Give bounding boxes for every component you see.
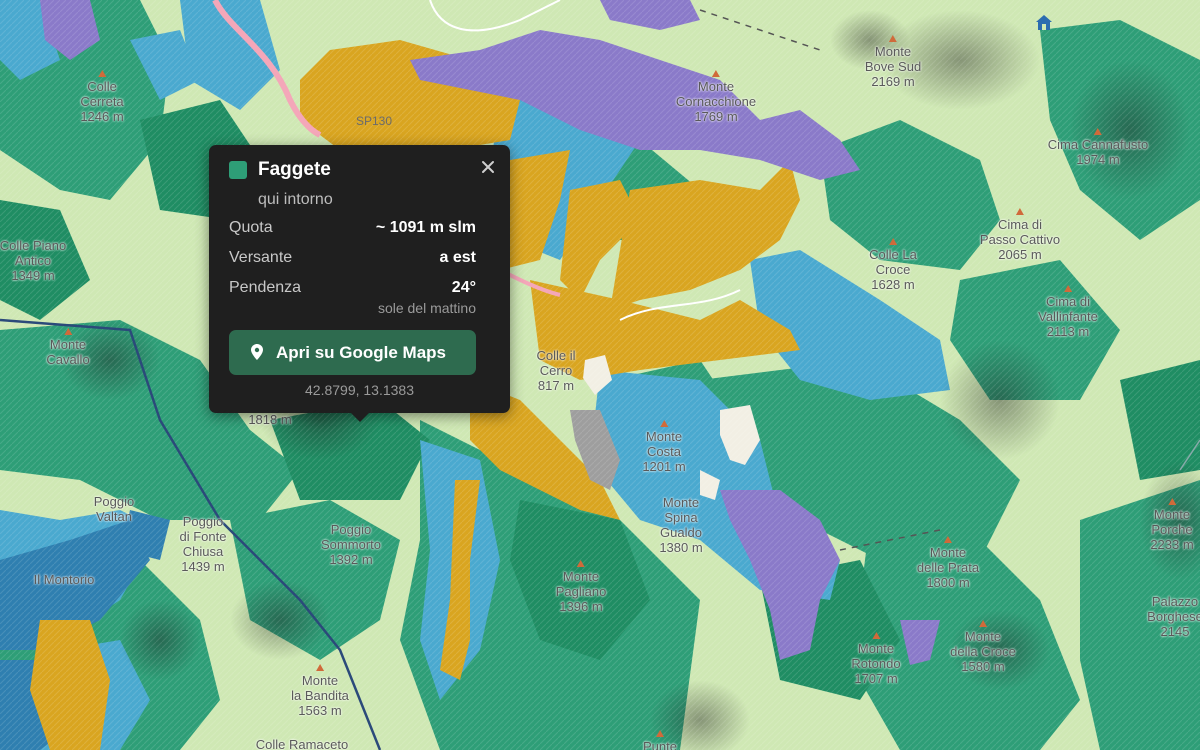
info-row-value: ~ 1091 m slm	[375, 219, 476, 236]
info-row-value: 24°	[451, 279, 476, 296]
peak-label-colle-la-croce: Colle La Croce 1628 m	[869, 238, 917, 292]
info-popup: Faggete qui intorno Quota ~ 1091 m slm V…	[209, 145, 510, 422]
elevation-label-1818: 1818 m	[248, 412, 292, 427]
category-swatch	[229, 161, 247, 179]
peak-label-monte-rotondo: Monte Rotondo 1707 m	[851, 632, 901, 686]
peak-label-cima-passo-cattivo: Cima di Passo Cattivo 2065 m	[980, 208, 1060, 262]
popup-pointer	[350, 412, 370, 422]
house-icon	[1036, 15, 1052, 30]
info-row-label: Versante	[229, 249, 293, 266]
peak-label-poggio-fonte-chiusa: Poggio di Fonte Chiusa 1439 m	[179, 514, 227, 574]
road-label-sp130: SP130	[356, 114, 393, 128]
peak-label-monte-delle-prata: Monte delle Prata 1800 m	[917, 536, 979, 590]
info-row-value: a est	[439, 249, 476, 266]
peak-label-monte-spina-gualdo: Monte Spina Gualdo 1380 m	[659, 495, 703, 555]
peak-label-il-montorio: Il Montorio	[33, 572, 95, 587]
popup-subtitle: qui intorno	[258, 191, 333, 208]
peak-label-poggio-sommorto: Poggio Sommorto 1392 m	[321, 522, 381, 567]
peak-label-monte-costa: Monte Costa 1201 m	[642, 420, 686, 474]
peak-label-cima-vallinfante: Cima di Vallinfante 2113 m	[1038, 285, 1098, 339]
peak-label-monte-cavallo: Monte Cavallo	[46, 328, 90, 367]
peak-label-colle-piano-antico: Colle Piano Antico 1349 m	[0, 238, 67, 283]
map-layer	[0, 0, 1200, 750]
info-row-label: Pendenza	[229, 279, 302, 296]
peak-label-cima-cannafusto: Cima Cannafusto 1974 m	[1048, 128, 1148, 167]
peak-label-colle-ramaceto: Colle Ramaceto	[255, 737, 349, 750]
peak-label-colle-il-cerro: Colle il Cerro 817 m	[536, 348, 576, 393]
peak-label-monte-la-bandita: Monte la Bandita 1563 m	[291, 664, 349, 718]
popup-title: Faggete	[258, 159, 331, 180]
peak-label-monte-della-croce: Monte della Croce 1580 m	[950, 620, 1016, 674]
peak-label-palazzo-borghese: Palazzo Borghese 2145	[1147, 594, 1200, 639]
peak-label-monte-bove-sud: Monte Bove Sud 2169 m	[865, 35, 921, 89]
peak-label-monte-cornacchione: Monte Cornacchione 1769 m	[676, 70, 756, 124]
peak-label-punte: Punte	[643, 730, 677, 750]
peak-label-monte-porche: Monte Porche 2233 m	[1150, 498, 1194, 552]
peak-label-monte-pagliano: Monte Pagliano 1396 m	[556, 560, 606, 614]
peak-label-colle-cerreta: Colle Cerreta 1246 m	[80, 70, 124, 124]
close-icon[interactable]	[478, 157, 498, 177]
button-label: Apri su Google Maps	[276, 343, 447, 362]
coordinates-text: 42.8799, 13.1383	[305, 382, 414, 398]
peak-label-poggio-valtan: Poggio Valtan	[93, 494, 135, 524]
slope-note: sole del mattino	[377, 300, 476, 316]
info-row-label: Quota	[229, 219, 273, 236]
map-pin-icon	[251, 344, 263, 360]
open-google-maps-button[interactable]: Apri su Google Maps	[229, 330, 476, 375]
map-canvas[interactable]: Colle Cerreta 1246 m Monte Cornacchione 17…	[0, 0, 1200, 750]
